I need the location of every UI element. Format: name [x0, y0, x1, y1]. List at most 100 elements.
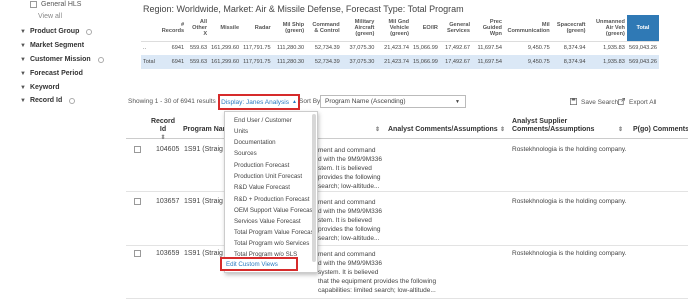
record-id[interactable]: 103657: [156, 198, 179, 205]
summary-cell: 8,374.94: [551, 55, 588, 69]
menu-item-services-value[interactable]: Services Value Forecast: [234, 218, 301, 225]
menu-item-units[interactable]: Units: [234, 128, 248, 135]
col-header-comments[interactable]: Analyst Comments/Assumptions: [388, 126, 498, 134]
summary-cell: 117,791.75: [241, 40, 273, 55]
comments-line: provides the following: [318, 174, 381, 181]
sidebar-item-record-id[interactable]: ▼ Record Id: [20, 97, 76, 104]
summary-cell: 9,450.75: [503, 55, 552, 69]
col-header-record-id[interactable]: Record Id ⇕: [148, 118, 178, 142]
comments-line: ment and command: [318, 147, 376, 154]
sidebar-item-label: Market Segment: [29, 42, 85, 49]
comments-text: ment and command d with the 9M9/9M336 st…: [318, 198, 458, 243]
display-dropdown-menu: End User / Customer Units Documentation …: [220, 111, 318, 273]
summary-col-header[interactable]: Unmanned Air Veh (green): [588, 15, 627, 41]
summary-col-header[interactable]: Missile: [209, 15, 241, 41]
summary-col-header[interactable]: Spacecraft (green): [552, 15, 588, 41]
summary-col-header[interactable]: Radar: [241, 15, 273, 41]
filter-label: General HLS: [41, 1, 82, 8]
summary-row-label: ..: [141, 40, 159, 55]
summary-cell: 9,450.75: [503, 40, 552, 55]
menu-item-documentation[interactable]: Documentation: [234, 139, 276, 146]
menu-item-sources[interactable]: Sources: [234, 150, 257, 157]
row-checkbox[interactable]: [134, 250, 141, 257]
menu-item-rd-production-forecast[interactable]: R&D + Production Forecast: [234, 196, 310, 203]
sort-icon[interactable]: ⇕: [618, 126, 623, 134]
display-view-button[interactable]: Display: Janes Analysis ▲: [218, 94, 300, 110]
summary-cell: 17,492.67: [439, 55, 473, 69]
summary-col-header[interactable]: Mil Gnd Vehicle (green): [376, 15, 411, 41]
triangle-down-icon: ▼: [20, 42, 26, 49]
menu-item-production-unit-forecast[interactable]: Production Unit Forecast: [234, 173, 302, 180]
sort-icon[interactable]: ⇕: [375, 126, 380, 134]
checkbox[interactable]: [30, 1, 37, 8]
info-icon[interactable]: [97, 56, 104, 63]
export-icon: [618, 98, 625, 107]
record-id[interactable]: 104605: [156, 146, 179, 153]
col-header-supplier[interactable]: Analyst Supplier Comments/Assumptions: [512, 118, 622, 134]
sort-select[interactable]: Program Name (Ascending) ▼: [320, 95, 466, 108]
summary-cell: 52,734.39: [306, 55, 342, 69]
menu-item-total-program-wo-services[interactable]: Total Program w/o Services: [234, 240, 309, 247]
summary-col-header-total[interactable]: Total: [626, 15, 659, 41]
summary-col-header[interactable]: Mil Ship (green): [273, 15, 306, 41]
sidebar-item-market-segment[interactable]: ▼ Market Segment: [20, 42, 84, 49]
summary-col-header[interactable]: Mil Communication: [504, 15, 552, 41]
menu-item-oem-support[interactable]: OEM Support Value Forecast: [234, 207, 314, 214]
display-view-label: Display: Janes Analysis: [221, 98, 289, 106]
save-icon: [570, 98, 577, 107]
summary-col-header[interactable]: Military Aircraft (green): [342, 15, 377, 41]
chevron-down-icon: ▼: [455, 98, 460, 105]
summary-cell: 21,423.74: [376, 40, 412, 55]
dropdown-scrollbar[interactable]: [312, 114, 316, 262]
row-checkbox[interactable]: [134, 146, 141, 153]
info-icon[interactable]: [69, 97, 76, 104]
sort-icon[interactable]: ⇕: [500, 126, 505, 134]
triangle-down-icon: ▼: [20, 84, 26, 91]
supplier-comments: Rostekhnologia is the holding company.: [512, 198, 627, 205]
sidebar-item-forecast-period[interactable]: ▼ Forecast Period: [20, 70, 83, 77]
table-row[interactable]: 104605 1S91 (Straig ment and command d w…: [126, 142, 688, 192]
edit-custom-views-link[interactable]: Edit Custom Views: [220, 257, 298, 271]
summary-col-header[interactable]: All Other X: [186, 15, 209, 41]
summary-col-header[interactable]: EO/IR: [411, 15, 440, 41]
summary-col-header[interactable]: Prec Guided Wpn: [472, 15, 504, 41]
table-row[interactable]: 103659 1S91 (Straig ment and command d w…: [126, 246, 688, 299]
summary-cell: 6941: [159, 55, 187, 69]
summary-col-header[interactable]: Command & Control: [306, 15, 342, 41]
view-all-link[interactable]: View all: [38, 13, 62, 20]
menu-item-total-program-value[interactable]: Total Program Value Forecast: [234, 229, 315, 236]
summary-cell-total: 569,043.26: [626, 40, 659, 55]
comments-line: capabilities: limited search; low-altitu…: [318, 287, 436, 294]
menu-item-end-user[interactable]: End User / Customer: [234, 117, 292, 124]
table-row[interactable]: 103657 1S91 (Straig ment and command d w…: [126, 194, 688, 246]
summary-cell: 1,935.83: [587, 55, 627, 69]
comments-line: search; low-altitude...: [318, 183, 380, 190]
summary-row: .. 6941 559.63 161,299.60 117,791.75 111…: [141, 40, 659, 55]
sidebar-item-customer-mission[interactable]: ▼ Customer Mission: [20, 56, 104, 63]
info-icon[interactable]: [86, 28, 93, 35]
program-name[interactable]: 1S91 (Straig: [184, 146, 223, 153]
col-header-label: Record Id: [150, 118, 176, 133]
comments-text: ment and command d with the 9M9/9M336 st…: [318, 146, 458, 191]
col-header-pgo[interactable]: P(go) Comments/A: [633, 126, 688, 134]
summary-col-header[interactable]: # Records: [159, 15, 186, 41]
summary-cell: 559.63: [186, 40, 210, 55]
summary-cell: 11,697.54: [472, 40, 504, 55]
filter-general-hls[interactable]: General HLS: [30, 1, 81, 8]
results-header: Record Id ⇕ Program Name ⇕ Analyst Comme…: [126, 117, 688, 142]
sidebar-item-keyword[interactable]: ▼ Keyword: [20, 84, 60, 91]
program-name[interactable]: 1S91 (Straig: [184, 250, 223, 257]
summary-cell: 1,935.83: [587, 40, 627, 55]
menu-item-production-forecast[interactable]: Production Forecast: [234, 162, 289, 169]
sidebar-item-product-group[interactable]: ▼ Product Group: [20, 28, 93, 35]
menu-item-rd-value-forecast[interactable]: R&D Value Forecast: [234, 184, 290, 191]
row-checkbox[interactable]: [134, 198, 141, 205]
record-id[interactable]: 103659: [156, 250, 179, 257]
export-all-button[interactable]: Export All: [618, 98, 656, 107]
summary-cell: 37,075.30: [341, 40, 377, 55]
triangle-down-icon: ▼: [20, 56, 26, 63]
summary-col-header[interactable]: General Services: [440, 15, 472, 41]
summary-cell: 6941: [159, 40, 187, 55]
program-name[interactable]: 1S91 (Straig: [184, 198, 223, 205]
save-search-button[interactable]: Save Search: [570, 98, 618, 107]
